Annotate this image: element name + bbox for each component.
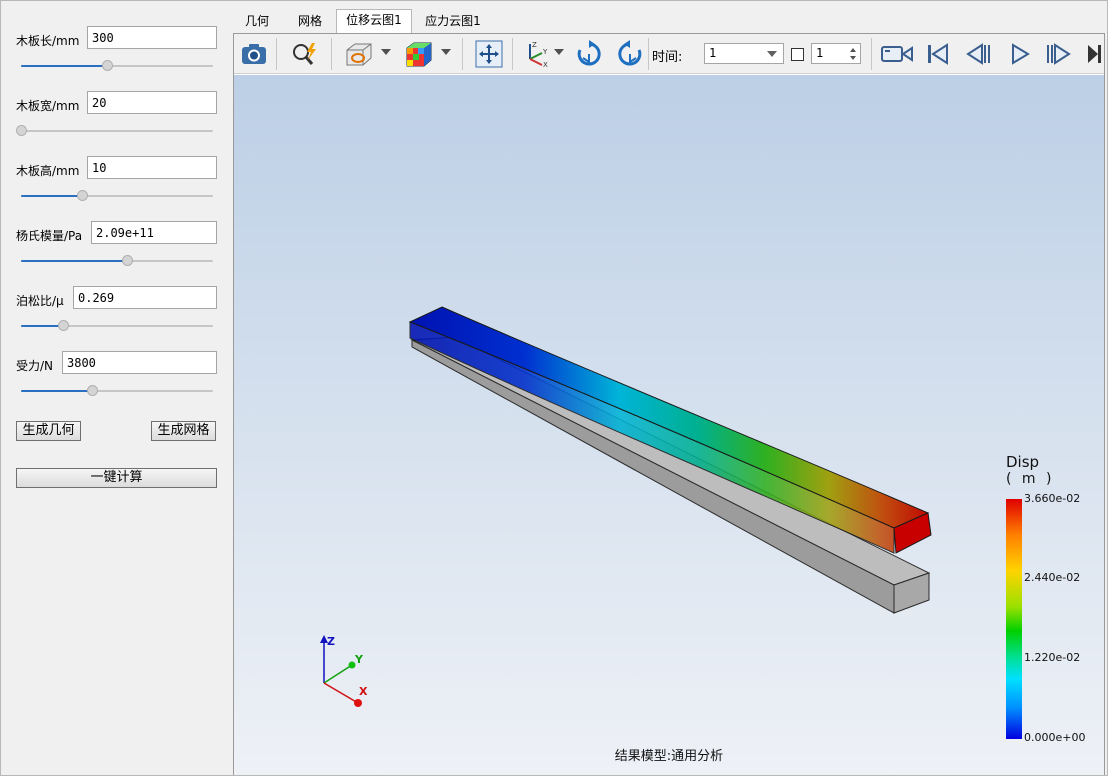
camera-icon[interactable] <box>239 39 269 69</box>
step-spinbox[interactable]: 1 <box>811 43 861 64</box>
legend-tick-mid: 1.220e-02 <box>1024 651 1081 664</box>
time-label: 时间: <box>652 50 683 65</box>
slider-knob[interactable] <box>121 255 133 266</box>
param-force: 受力/N <box>16 351 217 411</box>
chevron-down-icon <box>767 51 777 57</box>
youngs-modulus-slider[interactable] <box>21 255 213 267</box>
height-slider[interactable] <box>21 190 213 202</box>
tab-displacement[interactable]: 位移云图1 <box>336 9 412 34</box>
axes-icon[interactable]: ZYX <box>519 39 551 69</box>
compute-button[interactable]: 一键计算 <box>16 468 217 488</box>
svg-text:Y: Y <box>542 48 548 56</box>
parameter-panel: 木板长/mm 木板宽/mm 木板高/mm 杨氏模量/Pa <box>1 1 227 776</box>
param-label: 杨氏模量/Pa <box>16 229 83 243</box>
width-slider[interactable] <box>16 125 213 137</box>
param-label: 泊松比/μ <box>16 294 64 308</box>
triad-x-label: X <box>359 685 368 698</box>
view-dropdown-icon[interactable] <box>381 49 391 55</box>
youngs-modulus-input[interactable] <box>91 221 217 244</box>
param-label: 受力/N <box>16 359 54 373</box>
length-input[interactable] <box>87 26 217 49</box>
width-input[interactable] <box>87 91 217 114</box>
legend-tick-high: 2.440e-02 <box>1024 571 1081 584</box>
param-width: 木板宽/mm <box>16 91 217 151</box>
param-length: 木板长/mm <box>16 26 217 86</box>
force-input[interactable] <box>62 351 217 374</box>
param-label: 木板高/mm <box>16 164 80 178</box>
prev-frame-icon[interactable] <box>963 39 993 69</box>
tab-bar: 几何 网格 位移云图1 应力云图1 <box>233 9 1105 34</box>
result-area: 几何 网格 位移云图1 应力云图1 Z Y X 时间: 1 1 Z Y X Di… <box>233 9 1105 775</box>
param-youngs-modulus: 杨氏模量/Pa <box>16 221 217 281</box>
loop-checkbox[interactable] <box>791 48 804 61</box>
time-select[interactable]: 1 <box>704 43 784 64</box>
triad-y-label: Y <box>354 653 364 666</box>
generate-mesh-button[interactable]: 生成网格 <box>151 421 216 441</box>
undeformed-beam <box>410 336 931 614</box>
rotate-cw-icon[interactable] <box>574 39 604 69</box>
play-icon[interactable] <box>1005 39 1035 69</box>
tab-geometry[interactable]: 几何 <box>233 11 281 33</box>
3d-viewport[interactable]: Z Y X Disp ( m ) 3.660e-02 2.440e-02 1.2… <box>234 75 1104 775</box>
app-window: 木板长/mm 木板宽/mm 木板高/mm 杨氏模量/Pa <box>0 0 1108 776</box>
slider-knob[interactable] <box>16 125 27 136</box>
spin-down-icon[interactable] <box>850 56 856 60</box>
zoom-icon[interactable] <box>290 39 320 69</box>
generate-geometry-button[interactable]: 生成几何 <box>16 421 81 441</box>
svg-text:X: X <box>543 61 548 69</box>
param-label: 木板长/mm <box>16 34 80 48</box>
legend-title: Disp <box>1006 453 1040 471</box>
color-cube-icon[interactable] <box>402 39 436 69</box>
legend-tick-max: 3.660e-02 <box>1024 492 1081 505</box>
toolbar: ZYX 时间: 1 1 <box>234 34 1104 74</box>
slider-knob[interactable] <box>58 320 70 331</box>
fit-view-icon[interactable] <box>474 39 504 69</box>
record-icon[interactable] <box>879 39 915 69</box>
view-panel: ZYX 时间: 1 1 Z Y X Disp (m) 3.660e-02 2… <box>233 33 1105 775</box>
step-value: 1 <box>816 46 824 60</box>
spin-up-icon[interactable] <box>850 48 856 52</box>
beam-render: Z Y X <box>320 306 932 707</box>
first-frame-icon[interactable] <box>923 39 953 69</box>
result-model-status: 结果模型:通用分析 <box>614 749 724 764</box>
axes-dropdown-icon[interactable] <box>554 49 564 55</box>
view-cube-icon[interactable] <box>342 39 376 69</box>
color-dropdown-icon[interactable] <box>441 49 451 55</box>
param-label: 木板宽/mm <box>16 99 80 113</box>
slider-knob[interactable] <box>77 190 89 201</box>
param-poisson: 泊松比/μ <box>16 286 217 346</box>
legend-tick-min: 0.000e+00 <box>1024 731 1086 744</box>
height-input[interactable] <box>87 156 217 179</box>
triad-z-label: Z <box>327 635 335 648</box>
param-height: 木板高/mm <box>16 156 217 216</box>
svg-text:Z: Z <box>532 41 537 49</box>
poisson-slider[interactable] <box>21 320 213 332</box>
legend-unit: ( m ) <box>1006 471 1055 487</box>
deformed-beam <box>408 306 932 554</box>
tab-mesh[interactable]: 网格 <box>286 11 334 33</box>
next-frame-icon[interactable] <box>1044 39 1074 69</box>
force-slider[interactable] <box>21 385 213 397</box>
slider-knob[interactable] <box>102 60 114 71</box>
color-scale-bar <box>1006 499 1022 739</box>
slider-knob[interactable] <box>87 385 99 396</box>
poisson-input[interactable] <box>73 286 217 309</box>
last-frame-icon[interactable] <box>1084 39 1104 69</box>
time-select-value: 1 <box>709 46 717 60</box>
rotate-ccw-icon[interactable] <box>615 39 645 69</box>
tab-stress[interactable]: 应力云图1 <box>415 11 491 33</box>
axis-triad: Z Y X <box>320 635 368 707</box>
length-slider[interactable] <box>21 60 213 72</box>
